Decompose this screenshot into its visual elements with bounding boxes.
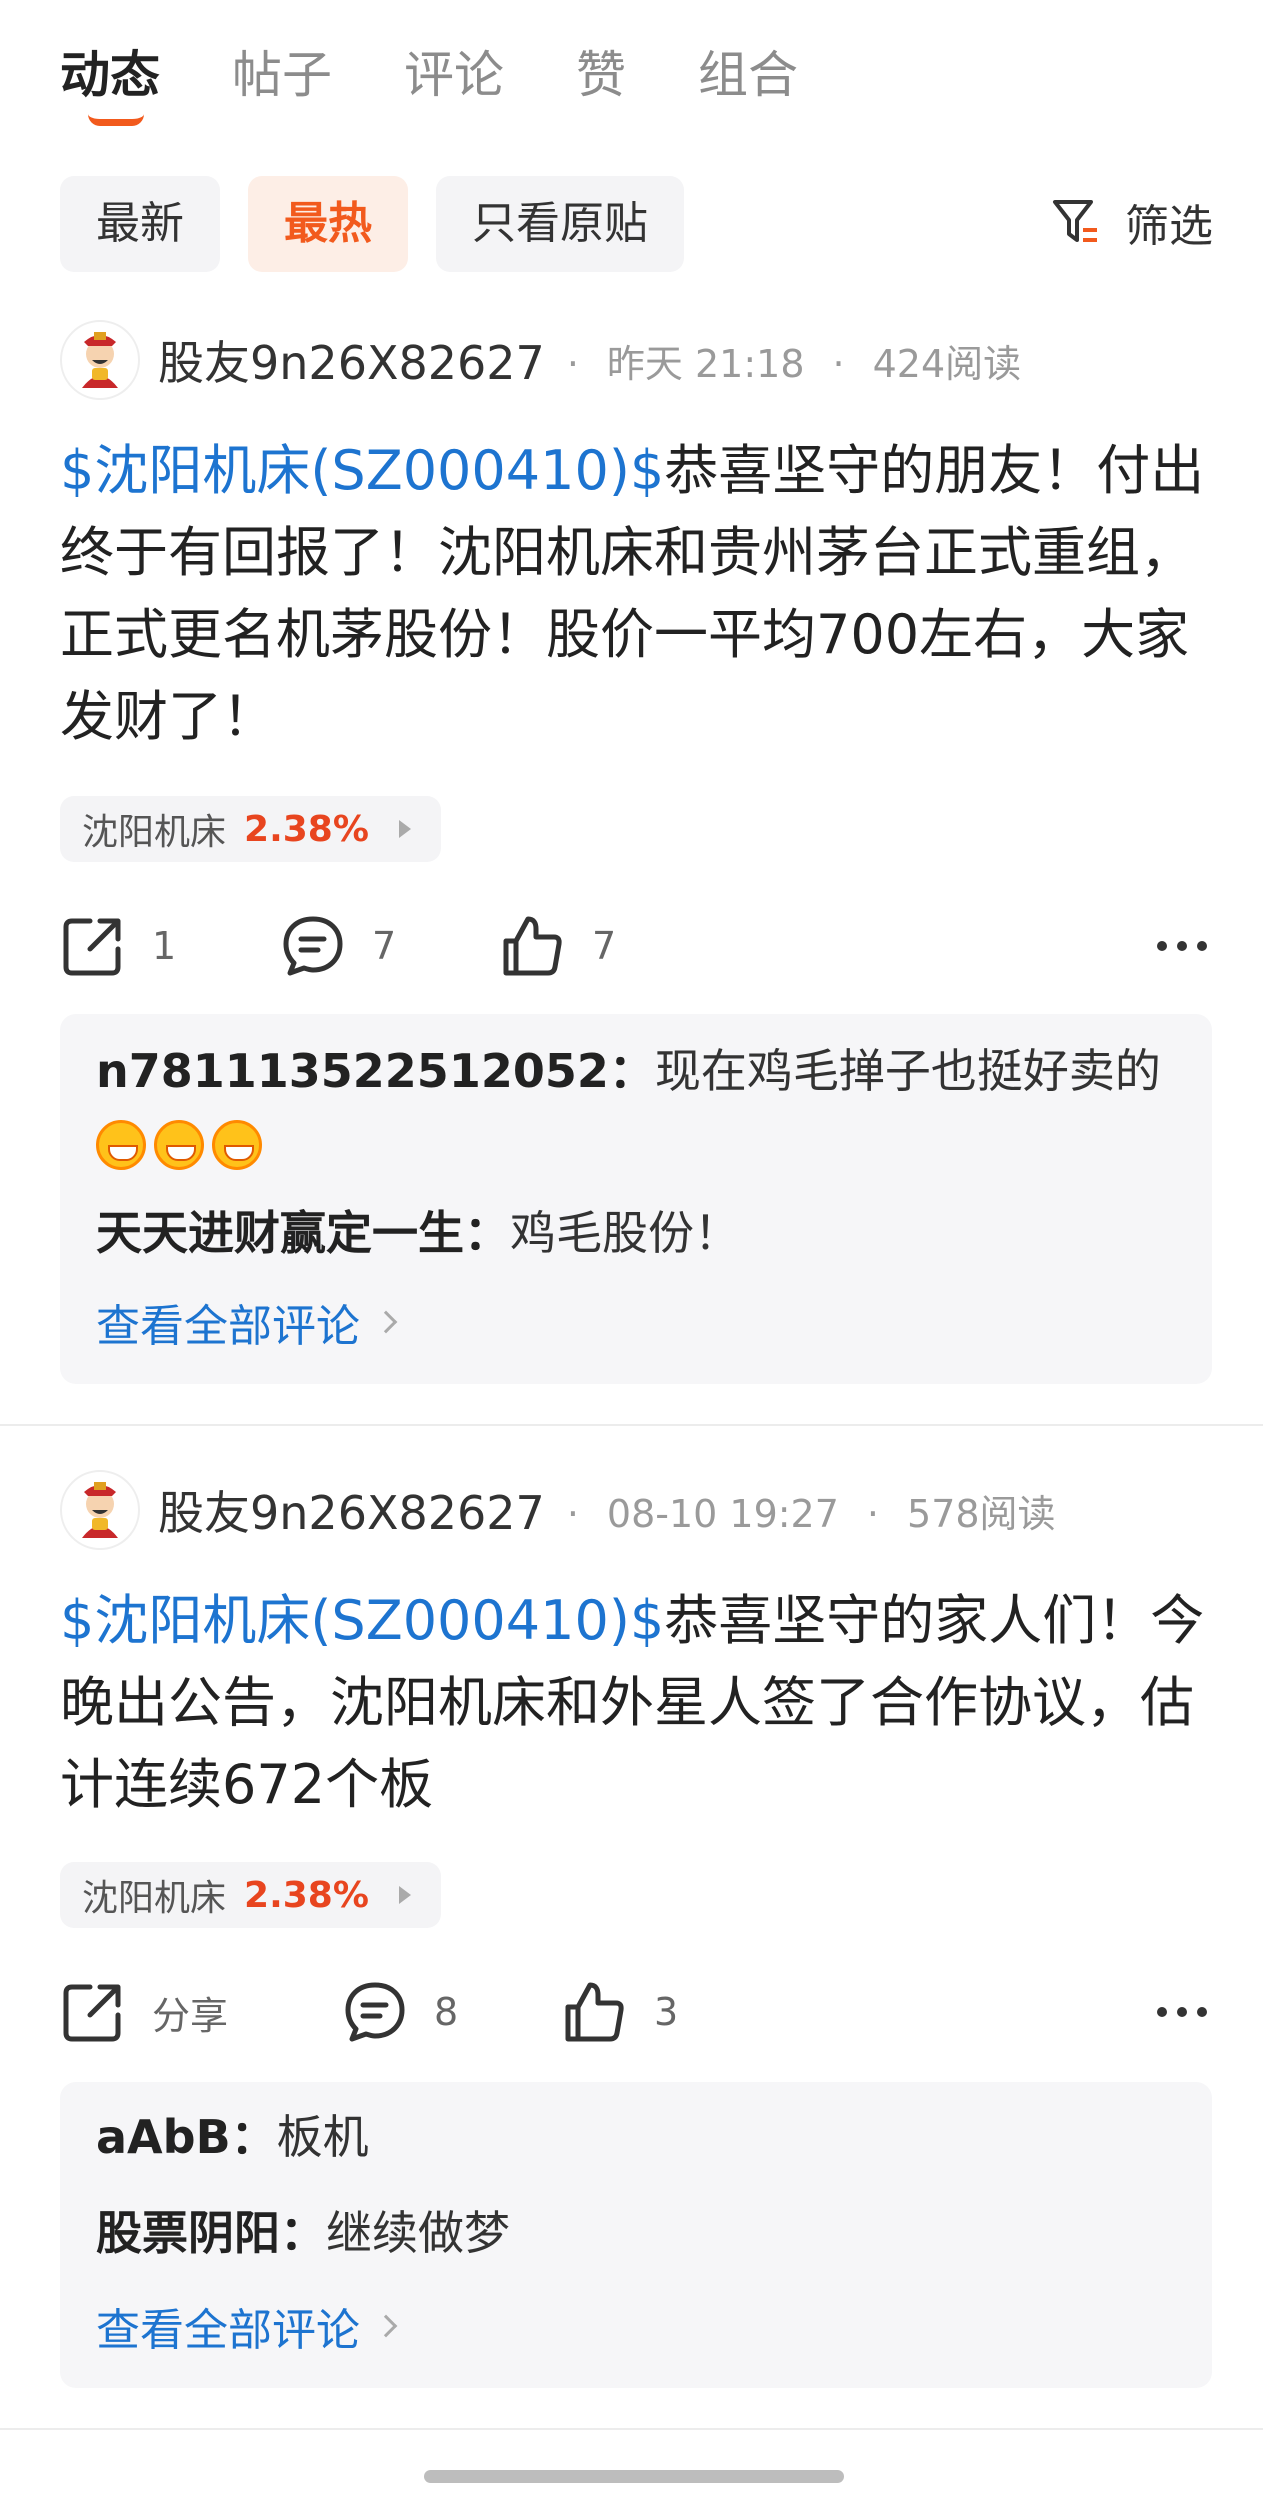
share-icon	[63, 918, 121, 976]
comment-text: 鸡毛股份！	[510, 1206, 740, 1260]
post-actions: 分享 8 3	[60, 1972, 1210, 2052]
share-button[interactable]: 分享	[60, 1979, 342, 2045]
author-name[interactable]: 股友9n26X82627	[158, 1477, 545, 1543]
like-button[interactable]: 3	[562, 1979, 678, 2045]
comment-button[interactable]: 8	[342, 1979, 562, 2045]
more-options-icon[interactable]	[1154, 1992, 1210, 2032]
post-actions: 1 7 7	[60, 906, 1210, 986]
comment-item[interactable]: 天天进财赢定一生：鸡毛股份！	[96, 1198, 1176, 1268]
grinning-emoji-icon	[212, 1119, 262, 1170]
post-divider	[0, 2428, 1263, 2430]
grinning-emoji-icon	[96, 1119, 146, 1170]
tab-comments[interactable]: 评论	[404, 40, 504, 110]
post-meta: · 昨天 21:18 · 424阅读	[566, 341, 1022, 386]
sort-filters: 最新 最热 只看原贴	[60, 176, 712, 272]
share-count: 1	[152, 924, 177, 968]
like-count: 3	[654, 1990, 679, 2034]
stock-tag-name: 沈阳机床	[82, 812, 227, 853]
arrow-right-icon	[398, 820, 411, 838]
view-all-comments-link[interactable]: 查看全部评论	[96, 2294, 398, 2358]
comment-text: 现在鸡毛掸子也挺好卖的	[654, 1044, 1161, 1098]
comment-username[interactable]: 股票阴阳：	[96, 2206, 326, 2260]
stock-link[interactable]: $沈阳机床(SZ000410)$	[60, 1589, 664, 1652]
stock-tag[interactable]: 沈阳机床 2.38%	[60, 1862, 441, 1928]
comment-button[interactable]: 7	[280, 913, 500, 979]
like-count: 7	[592, 924, 617, 968]
read-count: 424阅读	[872, 341, 1022, 386]
arrow-right-icon	[398, 1886, 411, 1904]
share-label: 分享	[152, 1993, 229, 2038]
view-all-label: 查看全部评论	[96, 2305, 360, 2356]
filter-hottest[interactable]: 最热	[248, 176, 408, 272]
comment-bubble-icon	[345, 1982, 405, 2042]
tab-dynamics[interactable]: 动态	[60, 40, 160, 126]
comment-text: 继续做梦	[326, 2206, 510, 2260]
post-content[interactable]: $沈阳机床(SZ000410)$恭喜坚守的家人们！今晚出公告，沈阳机床和外星人签…	[60, 1580, 1210, 1826]
comment-preview-box: aAbB：板机 股票阴阳：继续做梦 查看全部评论	[60, 2082, 1212, 2388]
comment-count: 7	[372, 924, 397, 968]
stock-tag-change: 2.38%	[244, 808, 369, 850]
stock-link[interactable]: $沈阳机床(SZ000410)$	[60, 439, 664, 502]
post-meta: · 08-10 19:27 · 578阅读	[566, 1491, 1056, 1536]
tab-label: 动态	[60, 46, 160, 104]
avatar[interactable]	[60, 1470, 140, 1550]
post-time: 08-10 19:27	[606, 1491, 839, 1536]
view-all-label: 查看全部评论	[96, 1301, 360, 1352]
avatar[interactable]	[60, 320, 140, 400]
post-content[interactable]: $沈阳机床(SZ000410)$恭喜坚守的朋友！付出终于有回报了！沈阳机床和贵州…	[60, 430, 1210, 758]
like-button[interactable]: 7	[500, 913, 616, 979]
stock-tag-name: 沈阳机床	[82, 1878, 227, 1919]
tab-likes[interactable]: 赞	[576, 40, 626, 110]
share-icon	[63, 1984, 121, 2042]
grinning-emoji-icon	[154, 1119, 204, 1170]
filter-label: 筛选	[1125, 201, 1213, 252]
comment-username[interactable]: n781113522512052：	[96, 1044, 655, 1098]
god-of-wealth-avatar-icon	[82, 1482, 118, 1538]
comment-text: 板机	[276, 2110, 369, 2164]
comment-item[interactable]: 股票阴阳：继续做梦	[96, 2198, 1176, 2268]
post-divider	[0, 1424, 1263, 1426]
filter-original-only[interactable]: 只看原贴	[436, 176, 684, 272]
share-button[interactable]: 1	[60, 913, 280, 979]
comment-item[interactable]: aAbB：板机	[96, 2102, 1176, 2172]
filter-latest[interactable]: 最新	[60, 176, 220, 272]
view-all-comments-link[interactable]: 查看全部评论	[96, 1290, 398, 1354]
stock-tag[interactable]: 沈阳机床 2.38%	[60, 796, 441, 862]
active-tab-indicator	[88, 114, 144, 126]
author-name[interactable]: 股友9n26X82627	[158, 327, 545, 393]
chevron-right-icon	[374, 1310, 398, 1334]
more-options-icon[interactable]	[1154, 926, 1210, 966]
chevron-right-icon	[374, 2314, 398, 2338]
tab-posts[interactable]: 帖子	[232, 40, 332, 110]
top-tabs: 动态 帖子 评论 赞 组合	[60, 40, 870, 130]
comment-count: 8	[434, 1990, 459, 2034]
stock-tag-change: 2.38%	[244, 1874, 369, 1916]
tab-portfolio[interactable]: 组合	[698, 40, 798, 110]
post-author-row: 股友9n26X82627 · 昨天 21:18 · 424阅读	[60, 318, 1021, 402]
filter-icon	[1053, 200, 1097, 242]
filter-button[interactable]: 筛选	[1049, 190, 1213, 254]
comment-username[interactable]: aAbB：	[96, 2110, 277, 2164]
home-indicator[interactable]	[424, 2470, 844, 2483]
comment-bubble-icon	[283, 916, 343, 976]
post-time: 昨天 21:18	[606, 341, 805, 386]
god-of-wealth-avatar-icon	[82, 332, 118, 388]
post-author-row: 股友9n26X82627 · 08-10 19:27 · 578阅读	[60, 1468, 1056, 1552]
comment-username[interactable]: 天天进财赢定一生：	[96, 1206, 510, 1260]
comment-preview-box: n781113522512052：现在鸡毛掸子也挺好卖的 天天进财赢定一生：鸡毛…	[60, 1014, 1212, 1384]
comment-item[interactable]: n781113522512052：现在鸡毛掸子也挺好卖的	[96, 1036, 1176, 1176]
read-count: 578阅读	[907, 1491, 1056, 1536]
thumbs-up-icon	[565, 1982, 624, 2042]
thumbs-up-icon	[503, 916, 562, 976]
